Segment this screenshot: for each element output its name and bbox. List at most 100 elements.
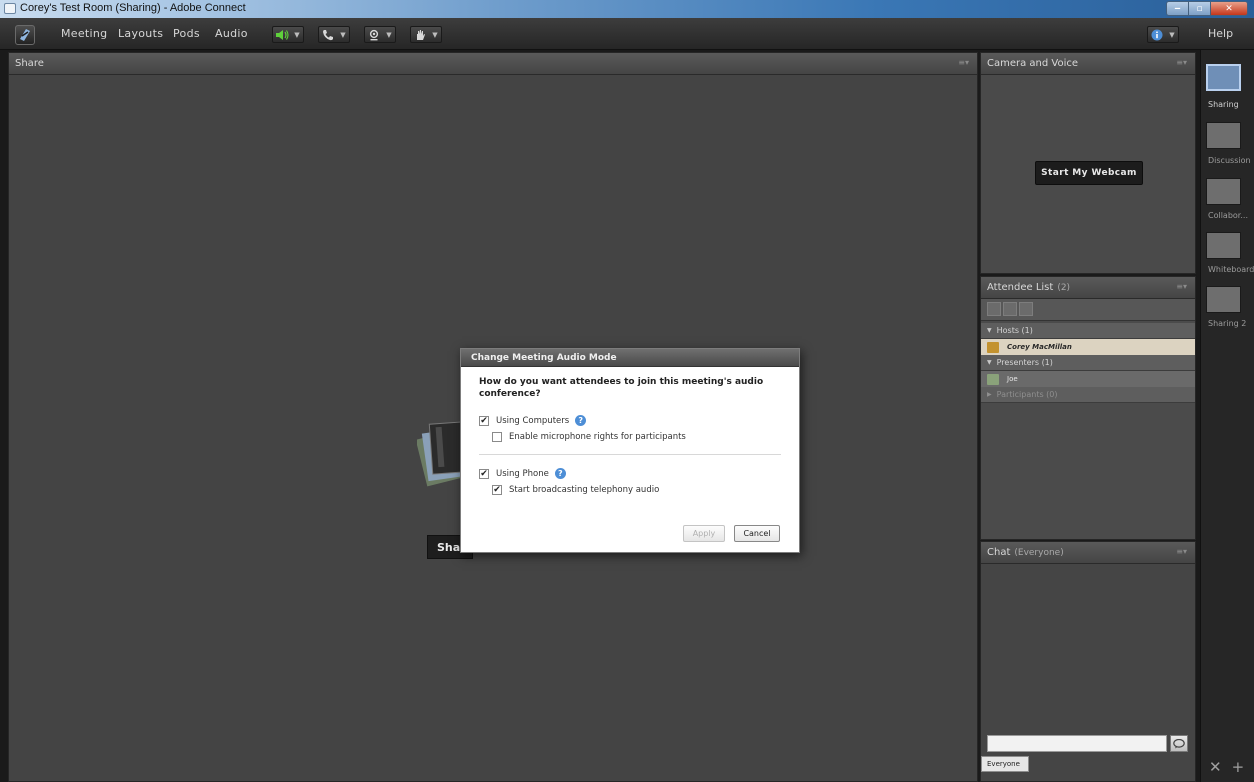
share-pod-title: Share bbox=[15, 58, 44, 69]
webcam-icon bbox=[365, 27, 383, 42]
layout-label-whiteboard: Whiteboard bbox=[1208, 265, 1254, 274]
info-icon bbox=[1148, 27, 1166, 42]
using-computers-checkbox[interactable]: ✔ bbox=[479, 415, 489, 426]
attendee-pod-header: Attendee List (2) ≡▾ bbox=[981, 277, 1195, 299]
enable-mic-checkbox[interactable] bbox=[492, 432, 502, 442]
list-view-icon[interactable] bbox=[987, 302, 1001, 316]
window-title-bar: Corey's Test Room (Sharing) - Adobe Conn… bbox=[0, 0, 1254, 18]
pod-menu-icon[interactable]: ≡▾ bbox=[958, 58, 969, 67]
camera-pod-title: Camera and Voice bbox=[987, 58, 1079, 69]
using-computers-label: Using Computers bbox=[496, 415, 570, 426]
pod-menu-icon[interactable]: ≡▾ bbox=[1176, 547, 1187, 556]
start-broadcast-checkbox[interactable]: ✔ bbox=[492, 485, 502, 495]
add-layout-icon[interactable]: + bbox=[1232, 758, 1245, 776]
close-button[interactable]: ✕ bbox=[1210, 1, 1248, 16]
start-webcam-button[interactable]: Start My Webcam bbox=[1035, 161, 1143, 185]
menu-help[interactable]: Help bbox=[1208, 27, 1233, 40]
attendee-row-host[interactable]: Corey MacMillan bbox=[981, 339, 1195, 355]
menu-meeting[interactable]: Meeting bbox=[61, 27, 107, 40]
option-enable-mic[interactable]: Enable microphone rights for participant… bbox=[492, 432, 686, 442]
pod-menu-icon[interactable]: ≡▾ bbox=[1176, 58, 1187, 67]
help-icon[interactable]: ? bbox=[554, 468, 566, 479]
delete-layout-icon[interactable]: ✕ bbox=[1209, 758, 1222, 776]
layout-thumb-discussion bbox=[1206, 122, 1241, 149]
triangle-down-icon: ▼ bbox=[987, 359, 992, 366]
info-button[interactable]: ▼ bbox=[1147, 26, 1179, 43]
layouts-bar: Sharing Discussion Collabor... Whiteboar… bbox=[1200, 50, 1254, 782]
chat-title-text: Chat bbox=[987, 547, 1011, 558]
breakout-icon[interactable] bbox=[1003, 302, 1017, 316]
dialog-separator bbox=[479, 454, 781, 455]
presenters-category[interactable]: ▼ Presenters (1) bbox=[981, 355, 1195, 371]
raise-hand-icon bbox=[411, 27, 429, 42]
layout-thumb-whiteboard bbox=[1206, 232, 1241, 259]
option-using-computers[interactable]: ✔ Using Computers ? bbox=[479, 415, 587, 426]
chevron-down-icon[interactable]: ▼ bbox=[291, 27, 303, 42]
adobe-connect-window: Corey's Test Room (Sharing) - Adobe Conn… bbox=[0, 0, 1254, 782]
presenter-icon bbox=[987, 373, 999, 385]
layout-thumb-sharing-2 bbox=[1206, 286, 1241, 313]
chat-pod-header: Chat (Everyone) ≡▾ bbox=[981, 542, 1195, 564]
chat-send-button[interactable] bbox=[1170, 735, 1188, 752]
apply-button[interactable]: Apply bbox=[683, 525, 725, 542]
camera-pod-body: Start My Webcam bbox=[981, 75, 1195, 273]
triangle-down-icon: ▼ bbox=[987, 327, 992, 334]
chevron-down-icon[interactable]: ▼ bbox=[383, 27, 395, 42]
webcam-button[interactable]: ▼ bbox=[364, 26, 396, 43]
using-phone-checkbox[interactable]: ✔ bbox=[479, 468, 489, 479]
menu-pods[interactable]: Pods bbox=[173, 27, 200, 40]
attendee-pod-body: ▼ Hosts (1) Corey MacMillan ▼ Presenters (… bbox=[981, 299, 1195, 539]
menu-layouts[interactable]: Layouts bbox=[118, 27, 163, 40]
maximize-button[interactable]: ▫ bbox=[1188, 1, 1210, 16]
using-phone-label: Using Phone bbox=[496, 468, 549, 479]
chevron-down-icon[interactable]: ▼ bbox=[337, 27, 349, 42]
share-pod-header: Share ≡▾ bbox=[9, 53, 977, 75]
chat-scope: (Everyone) bbox=[1014, 548, 1064, 558]
triangle-right-icon: ▶ bbox=[987, 391, 992, 398]
speech-bubble-icon bbox=[1173, 738, 1185, 748]
speaker-icon bbox=[273, 27, 291, 42]
phone-button[interactable]: ▼ bbox=[318, 26, 350, 43]
attendee-toolbar bbox=[981, 299, 1195, 321]
change-audio-mode-dialog: Change Meeting Audio Mode How do you wan… bbox=[460, 348, 800, 553]
help-icon[interactable]: ? bbox=[575, 415, 587, 426]
window-title: Corey's Test Room (Sharing) - Adobe Conn… bbox=[20, 2, 246, 14]
cancel-button[interactable]: Cancel bbox=[734, 525, 780, 542]
layouts-controls: ✕ + bbox=[1209, 758, 1254, 776]
layout-label-sharing: Sharing bbox=[1208, 100, 1239, 109]
layout-label-sharing-2: Sharing 2 bbox=[1208, 319, 1247, 328]
menu-audio[interactable]: Audio bbox=[215, 27, 248, 40]
chat-pod: Chat (Everyone) ≡▾ Everyone bbox=[980, 541, 1196, 782]
layout-label-discussion: Discussion bbox=[1208, 156, 1251, 165]
attendee-pod-title: Attendee List (2) bbox=[987, 282, 1070, 293]
window-controls: ‒ ▫ ✕ bbox=[1166, 1, 1248, 16]
pod-menu-icon[interactable]: ≡▾ bbox=[1176, 282, 1187, 291]
speaker-toggle-button[interactable]: ▼ bbox=[272, 26, 304, 43]
attendee-list-pod: Attendee List (2) ≡▾ ▼ Hosts (1) Corey Mac… bbox=[980, 276, 1196, 540]
chat-pod-title: Chat (Everyone) bbox=[987, 547, 1064, 558]
dialog-title: Change Meeting Audio Mode bbox=[471, 353, 617, 363]
chat-tab-everyone[interactable]: Everyone bbox=[981, 756, 1029, 772]
minimize-button[interactable]: ‒ bbox=[1166, 1, 1188, 16]
chevron-down-icon[interactable]: ▼ bbox=[429, 27, 441, 42]
app-window-icon bbox=[4, 3, 16, 14]
hosts-category[interactable]: ▼ Hosts (1) bbox=[981, 323, 1195, 339]
attendee-row-presenter[interactable]: Joe bbox=[981, 371, 1195, 387]
participants-category[interactable]: ▶ Participants (0) bbox=[981, 387, 1195, 403]
camera-voice-pod: Camera and Voice ≡▾ Start My Webcam bbox=[980, 52, 1196, 274]
attendee-title-text: Attendee List bbox=[987, 282, 1054, 293]
presenters-label: Presenters (1) bbox=[996, 358, 1053, 367]
option-using-phone[interactable]: ✔ Using Phone ? bbox=[479, 468, 566, 479]
option-start-broadcast[interactable]: ✔ Start broadcasting telephony audio bbox=[492, 485, 659, 495]
sort-icon[interactable] bbox=[1019, 302, 1033, 316]
dialog-title-bar: Change Meeting Audio Mode bbox=[461, 349, 799, 367]
chat-message-input[interactable] bbox=[987, 735, 1167, 752]
raise-hand-button[interactable]: ▼ bbox=[410, 26, 442, 43]
host-name: Corey MacMillan bbox=[1007, 343, 1072, 351]
start-broadcast-label: Start broadcasting telephony audio bbox=[509, 485, 660, 495]
chevron-down-icon[interactable]: ▼ bbox=[1166, 27, 1178, 42]
dialog-question: How do you want attendees to join this m… bbox=[479, 377, 764, 399]
layout-thumb-collaboration bbox=[1206, 178, 1241, 205]
enable-mic-label: Enable microphone rights for participant… bbox=[509, 432, 686, 442]
hosts-label: Hosts (1) bbox=[996, 326, 1033, 335]
